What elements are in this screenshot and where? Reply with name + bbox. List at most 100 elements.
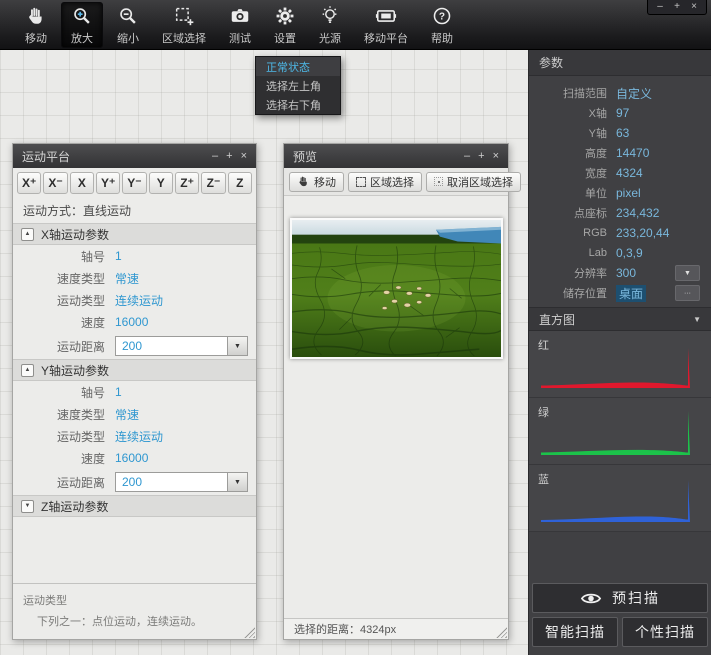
chevron-down-icon[interactable]: ▼ <box>227 337 247 355</box>
param-value[interactable]: 连续运动 <box>115 428 163 445</box>
prescan-button[interactable]: 预扫描 <box>532 583 708 613</box>
param-value[interactable]: pixel <box>616 186 641 200</box>
preview-image[interactable] <box>290 218 503 359</box>
param-value[interactable]: 桌面 <box>616 285 646 302</box>
motion-panel-titlebar[interactable]: 运动平台 – + × <box>13 144 256 168</box>
param-row-distance: 运动距离 200 ▼ <box>13 469 256 495</box>
section-header-y-axis[interactable]: ▲ Y轴运动参数 <box>13 359 256 381</box>
axis-button-y-minus[interactable]: Y⁻ <box>122 172 146 194</box>
param-label: 速度类型 <box>13 270 105 287</box>
collapse-icon[interactable]: ▲ <box>21 228 34 241</box>
close-icon[interactable]: × <box>241 150 247 162</box>
toolbar-item-label: 移动平台 <box>364 30 408 46</box>
collapse-icon[interactable]: ▲ <box>21 364 34 377</box>
red-histogram-curve <box>529 340 710 394</box>
toolbar-item-label: 帮助 <box>431 30 453 46</box>
menu-item-select-top-left[interactable]: 选择左上角 <box>256 76 340 95</box>
svg-text:?: ? <box>439 12 445 23</box>
preview-move-button[interactable]: 移动 <box>289 172 344 192</box>
distance-dropdown-x[interactable]: 200 ▼ <box>115 336 248 356</box>
axis-button-x-plus[interactable]: X⁺ <box>17 172 41 194</box>
toolbar-item-label: 设置 <box>274 30 296 46</box>
axis-button-z[interactable]: Z <box>228 172 252 194</box>
param-row-height: 高度 14470 <box>529 143 711 163</box>
toolbar-item-zoom-out[interactable]: 缩小 <box>108 2 148 48</box>
motion-platform-panel: 运动平台 – + × X⁺ X⁻ X Y⁺ Y⁻ Y Z⁺ Z⁻ Z 运动方式：… <box>12 143 257 640</box>
preview-panel-titlebar[interactable]: 预览 – + × <box>284 144 508 168</box>
window-controls: – + × <box>647 0 707 15</box>
axis-button-z-plus[interactable]: Z⁺ <box>175 172 199 194</box>
smart-scan-button[interactable]: 智能扫描 <box>532 617 618 647</box>
param-value[interactable]: 63 <box>616 126 629 140</box>
toolbar-item-settings[interactable]: 设置 <box>265 2 305 48</box>
main-toolbar: 移动 放大 缩小 <box>0 0 711 50</box>
axis-button-x-minus[interactable]: X⁻ <box>43 172 67 194</box>
toolbar-item-label: 测试 <box>229 30 251 46</box>
param-value[interactable]: 300 <box>616 266 636 280</box>
histogram-green-channel: 绿 <box>529 398 711 465</box>
minimize-icon[interactable]: – <box>212 150 218 162</box>
param-label: 扫描范围 <box>529 85 607 101</box>
preview-panel: 预览 – + × 移动 区域选择 取消区域选择 <box>283 143 509 640</box>
axis-button-x[interactable]: X <box>70 172 94 194</box>
param-row: 速度 16000 <box>13 447 256 469</box>
param-value[interactable]: 自定义 <box>616 85 652 102</box>
param-label: X轴 <box>529 105 607 121</box>
toolbar-item-move[interactable]: 移动 <box>16 2 56 48</box>
toolbar-item-region-select[interactable]: 区域选择 <box>153 2 215 48</box>
axis-button-y[interactable]: Y <box>149 172 173 194</box>
param-value[interactable]: 16000 <box>115 451 148 465</box>
close-icon[interactable]: × <box>687 1 701 12</box>
personal-scan-button[interactable]: 个性扫描 <box>622 617 708 647</box>
chevron-down-icon: ▼ <box>684 270 691 277</box>
param-value[interactable]: 14470 <box>616 146 649 160</box>
menu-item-select-bottom-right[interactable]: 选择右下角 <box>256 95 340 114</box>
maximize-icon[interactable]: + <box>478 150 484 162</box>
section-header-x-axis[interactable]: ▲ X轴运动参数 <box>13 223 256 245</box>
param-value[interactable]: 连续运动 <box>115 292 163 309</box>
chevron-down-icon[interactable]: ▼ <box>227 473 247 491</box>
param-value[interactable]: 常速 <box>115 406 139 423</box>
toolbar-item-help[interactable]: ? 帮助 <box>422 2 462 48</box>
toolbar-item-light-source[interactable]: 光源 <box>310 2 350 48</box>
param-value[interactable]: 233,20,44 <box>616 226 669 240</box>
browse-location-button[interactable]: ··· <box>675 285 700 301</box>
param-label: 分辨率 <box>529 265 607 281</box>
minimize-icon[interactable]: – <box>653 1 667 12</box>
param-value[interactable]: 1 <box>115 249 122 263</box>
preview-canvas <box>284 196 508 618</box>
menu-item-normal-state[interactable]: 正常状态 <box>256 57 340 76</box>
param-value[interactable]: 234,432 <box>616 206 659 220</box>
param-value[interactable]: 97 <box>616 106 629 120</box>
param-value[interactable]: 16000 <box>115 315 148 329</box>
maximize-icon[interactable]: + <box>226 150 232 162</box>
histogram-header[interactable]: 直方图 ▼ <box>529 307 711 331</box>
param-value[interactable]: 0,3,9 <box>616 246 643 260</box>
preview-region-select-button[interactable]: 区域选择 <box>348 172 422 192</box>
panel-controls: – + × <box>464 150 499 162</box>
expand-icon[interactable]: ▼ <box>21 500 34 513</box>
param-value[interactable]: 常速 <box>115 270 139 287</box>
distance-dropdown-y[interactable]: 200 ▼ <box>115 472 248 492</box>
section-title: Y轴运动参数 <box>41 362 109 379</box>
resolution-dropdown-button[interactable]: ▼ <box>675 265 700 281</box>
section-title: Z轴运动参数 <box>41 498 108 515</box>
maximize-icon[interactable]: + <box>670 1 684 12</box>
toolbar-item-label: 区域选择 <box>162 30 206 46</box>
minimize-icon[interactable]: – <box>464 150 470 162</box>
toolbar-item-zoom-in[interactable]: 放大 <box>61 2 103 48</box>
region-select-icon <box>356 177 366 187</box>
axis-button-z-minus[interactable]: Z⁻ <box>201 172 225 194</box>
axis-button-y-plus[interactable]: Y⁺ <box>96 172 120 194</box>
toolbar-item-label: 缩小 <box>117 30 139 46</box>
param-value[interactable]: 4324 <box>616 166 643 180</box>
toolbar-item-test[interactable]: 测试 <box>220 2 260 48</box>
toolbar-item-motion-platform[interactable]: 移动平台 <box>355 2 417 48</box>
param-value[interactable]: 1 <box>115 385 122 399</box>
chevron-down-icon[interactable]: ▼ <box>693 315 701 324</box>
param-row-width: 宽度 4324 <box>529 163 711 183</box>
close-icon[interactable]: × <box>493 150 499 162</box>
resize-grip[interactable] <box>496 627 507 638</box>
preview-cancel-region-button[interactable]: 取消区域选择 <box>426 172 521 192</box>
section-header-z-axis[interactable]: ▼ Z轴运动参数 <box>13 495 256 517</box>
